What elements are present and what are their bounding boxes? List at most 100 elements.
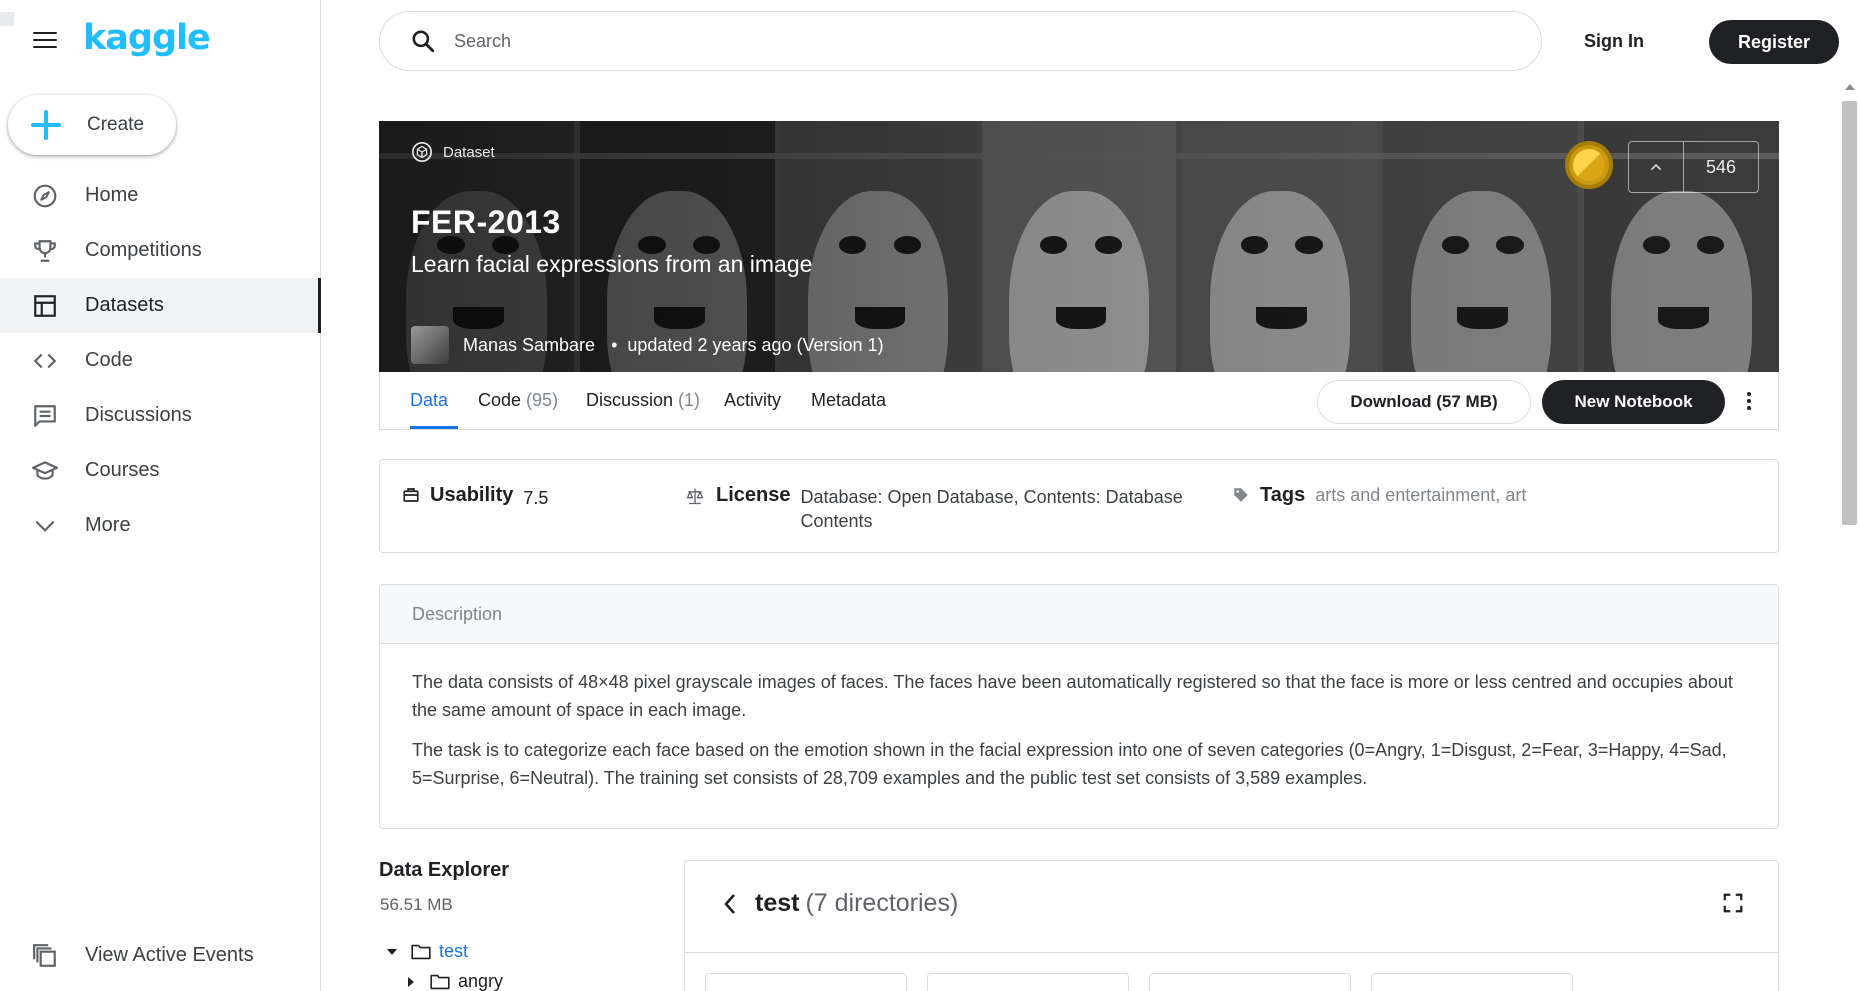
- chevron-up-icon: [1650, 163, 1662, 171]
- explorer-title: test (7 directories): [755, 889, 958, 918]
- description-heading: Description: [380, 585, 1778, 644]
- medal-icon: [1565, 141, 1613, 189]
- sidebar-item-label: Datasets: [85, 294, 164, 316]
- data-explorer-size: 56.51 MB: [380, 895, 453, 914]
- tree-item-test[interactable]: test: [387, 941, 468, 962]
- page-subtitle: Learn facial expressions from an image: [411, 251, 813, 277]
- comment-icon: [32, 403, 58, 429]
- author-link[interactable]: Manas Sambare: [463, 335, 595, 356]
- tab-data[interactable]: Data: [410, 390, 448, 411]
- corner-marker: [0, 12, 14, 26]
- new-notebook-button[interactable]: New Notebook: [1542, 380, 1725, 424]
- upvote-count: 546: [1705, 156, 1737, 177]
- kaggle-logo[interactable]: kaggle: [83, 18, 211, 58]
- explorer-divider: [685, 952, 1778, 953]
- caret-down-icon[interactable]: [387, 948, 397, 955]
- events-icon: [32, 943, 58, 969]
- usability-block: Usability 7.5: [402, 484, 548, 510]
- tab-discussion[interactable]: Discussion (1): [586, 390, 700, 411]
- dataset-tabs: Data Code (95) Discussion (1) Activity M…: [379, 372, 1779, 430]
- fullscreen-icon[interactable]: [1722, 892, 1744, 914]
- sidebar-item-home[interactable]: Home: [0, 168, 320, 223]
- upvote-button[interactable]: [1629, 142, 1684, 192]
- tags-label: Tags: [1260, 484, 1306, 506]
- sidebar-item-label: More: [85, 514, 131, 536]
- search-input[interactable]: [454, 30, 1454, 52]
- folder-card[interactable]: [927, 973, 1129, 991]
- license-label: License: [716, 484, 791, 506]
- dataset-cube-icon: [412, 142, 432, 162]
- table-icon: [32, 293, 58, 319]
- scrollbar-up-arrow[interactable]: [1845, 84, 1855, 90]
- back-arrow-icon[interactable]: [721, 891, 741, 917]
- register-button[interactable]: Register: [1709, 20, 1839, 64]
- dataset-byline: Manas Sambare • updated 2 years ago (Ver…: [411, 326, 884, 364]
- search-icon: [410, 28, 436, 54]
- tree-label[interactable]: angry: [458, 971, 503, 991]
- sidebar-item-datasets[interactable]: Datasets: [0, 278, 321, 333]
- description-body: The data consists of 48×48 pixel graysca…: [380, 644, 1778, 792]
- upvote-widget: 546: [1628, 141, 1759, 193]
- tab-count: (1): [678, 390, 701, 410]
- page-title: FER-2013: [411, 204, 561, 240]
- menu-icon[interactable]: [33, 32, 57, 50]
- data-explorer-title: Data Explorer: [379, 859, 510, 881]
- tree-item-angry[interactable]: angry: [408, 971, 503, 991]
- sidebar-item-courses[interactable]: Courses: [0, 443, 320, 498]
- tab-count: (95): [526, 390, 559, 410]
- more-options-icon[interactable]: [1739, 390, 1759, 412]
- sidebar-item-more[interactable]: More: [0, 498, 320, 553]
- sidebar: kaggle Create Home Competitions Datasets: [0, 0, 321, 991]
- briefcase-icon: [403, 488, 419, 502]
- tags-list: arts and entertainment, art: [1315, 485, 1527, 505]
- tab-label: Discussion: [586, 390, 674, 410]
- caret-right-icon[interactable]: [408, 976, 414, 987]
- tree-label[interactable]: test: [439, 941, 468, 962]
- folder-card[interactable]: [1371, 973, 1573, 991]
- plus-icon: [31, 110, 61, 140]
- tag-link[interactable]: art: [1505, 485, 1526, 505]
- sidebar-item-label: Home: [85, 184, 139, 206]
- create-button[interactable]: Create: [8, 95, 176, 155]
- folder-icon: [411, 944, 431, 959]
- view-active-events-link[interactable]: View Active Events: [0, 928, 320, 983]
- sidebar-item-label: Courses: [85, 459, 160, 481]
- create-label: Create: [87, 114, 145, 135]
- events-label: View Active Events: [85, 944, 254, 966]
- separator-dot: •: [611, 334, 618, 355]
- sidebar-item-label: Competitions: [85, 239, 202, 261]
- folder-card[interactable]: [705, 973, 907, 991]
- sidebar-item-competitions[interactable]: Competitions: [0, 223, 320, 278]
- dataset-meta: Usability 7.5 License Database: Open Dat…: [379, 459, 1779, 553]
- code-icon: [32, 348, 58, 374]
- download-button[interactable]: Download (57 MB): [1317, 380, 1531, 424]
- usability-value: 7.5: [523, 488, 549, 508]
- sign-in-button[interactable]: Sign In: [1584, 26, 1644, 56]
- tag-link[interactable]: arts and entertainment: [1315, 485, 1495, 505]
- description-panel: Description The data consists of 48×48 p…: [379, 584, 1779, 829]
- dataset-banner: Dataset FER-2013 Learn facial expression…: [379, 121, 1779, 372]
- compass-icon: [32, 183, 58, 209]
- license-value[interactable]: Database: Open Database, Contents: Datab…: [800, 485, 1205, 533]
- description-paragraph: The task is to categorize each face base…: [412, 740, 1727, 788]
- usability-label: Usability: [430, 484, 514, 506]
- active-tab-indicator: [410, 426, 458, 429]
- search-bar[interactable]: [379, 11, 1542, 71]
- sidebar-item-discussions[interactable]: Discussions: [0, 388, 320, 443]
- scale-icon: [686, 488, 704, 505]
- tab-metadata[interactable]: Metadata: [811, 390, 886, 411]
- tags-block: Tags arts and entertainment, art: [1232, 484, 1526, 507]
- sidebar-nav: Home Competitions Datasets Code Discussi…: [0, 168, 321, 553]
- avatar[interactable]: [411, 326, 449, 364]
- sidebar-item-code[interactable]: Code: [0, 333, 320, 388]
- tab-label: Data: [410, 390, 449, 410]
- tab-label: Activity: [724, 390, 782, 410]
- updated-text: updated 2 years ago (Version 1): [627, 334, 884, 355]
- scrollbar-thumb[interactable]: [1842, 101, 1857, 525]
- sidebar-item-label: Code: [85, 349, 133, 371]
- file-explorer-panel: test (7 directories): [684, 860, 1779, 991]
- license-block: License Database: Open Database, Content…: [684, 484, 1205, 533]
- folder-card[interactable]: [1149, 973, 1351, 991]
- tab-code[interactable]: Code (95): [478, 390, 558, 411]
- tab-activity[interactable]: Activity: [724, 390, 781, 411]
